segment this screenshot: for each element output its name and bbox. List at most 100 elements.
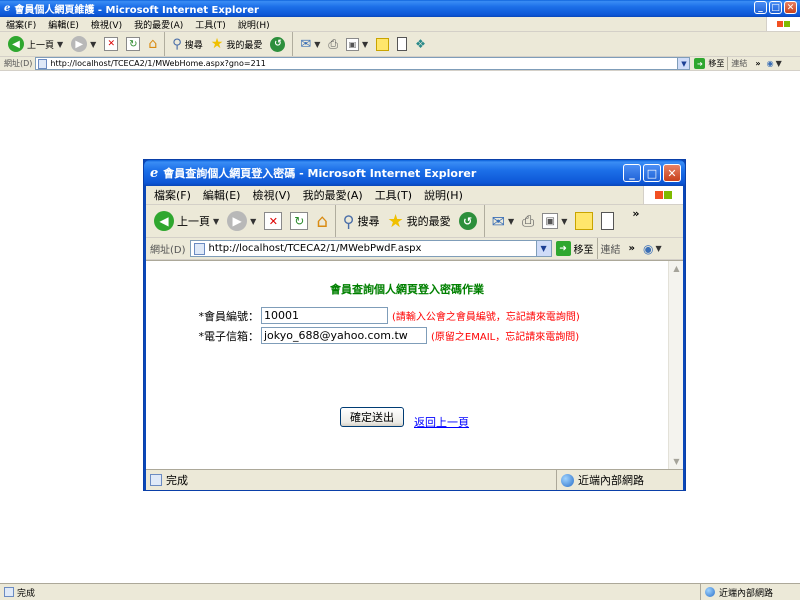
menu-file[interactable]: 檔案(F)	[148, 187, 197, 203]
stop-button[interactable]: ✕	[100, 32, 122, 56]
printer-icon: ⎙	[328, 36, 339, 51]
go-button[interactable]: ➜ 移至	[694, 58, 724, 69]
chevron-down-icon[interactable]: ▼	[362, 40, 368, 49]
toolbar-divider	[596, 238, 598, 259]
status-text: 完成	[17, 588, 36, 599]
scroll-up-icon[interactable]: ▲	[669, 261, 684, 276]
mail-button[interactable]: ✉ ▼	[488, 205, 519, 237]
back-button[interactable]: ◀ 上一頁 ▼	[150, 205, 223, 237]
chevron-down-icon[interactable]: ▼	[677, 58, 690, 69]
go-button[interactable]: ➜ 移至	[555, 241, 594, 256]
chevron-down-icon[interactable]: ▼	[535, 241, 551, 256]
search-label: 搜尋	[184, 40, 203, 51]
menu-file[interactable]: 檔案(F)	[0, 18, 42, 31]
menu-edit[interactable]: 編輯(E)	[197, 187, 247, 203]
toolbar-divider	[483, 205, 485, 237]
go-label: 移至	[573, 245, 594, 256]
minimize-button[interactable]: _	[754, 1, 767, 14]
tools-dropdown-icon[interactable]: ◉	[643, 242, 653, 256]
chevron-right-icon[interactable]: »	[629, 243, 635, 254]
popup-title-bar[interactable]: e 會員查詢個人網頁登入密碼 - Microsoft Internet Expl…	[144, 160, 685, 186]
menu-help[interactable]: 說明(H)	[232, 18, 276, 31]
print-button[interactable]: ⎙	[324, 32, 342, 56]
zone-indicator: 近端內部網路	[556, 470, 683, 490]
search-button[interactable]: ⚲ 搜尋	[168, 32, 207, 56]
maximize-button[interactable]: □	[769, 1, 782, 14]
menu-view[interactable]: 檢視(V)	[246, 187, 296, 203]
edit-button[interactable]: ▣ ▼	[538, 205, 571, 237]
mail-button[interactable]: ✉ ▼	[296, 32, 324, 56]
back-link[interactable]: 返回上一頁	[414, 414, 469, 430]
chevron-right-icon[interactable]: »	[632, 207, 639, 220]
history-button[interactable]: ↺	[455, 205, 481, 237]
favorites-button[interactable]: ★ 我的最愛	[383, 205, 454, 237]
close-button[interactable]: ✕	[663, 164, 681, 182]
minimize-button[interactable]: _	[623, 164, 641, 182]
discuss-button[interactable]	[571, 205, 597, 237]
close-button[interactable]: ✕	[784, 1, 797, 14]
outer-url-input[interactable]: http://localhost/TCECA2/1/MWebHome.aspx?…	[35, 57, 691, 70]
popup-address-bar: 網址(D) http://localhost/TCECA2/1/MWebPwdF…	[146, 238, 683, 260]
printer-icon: ⎙	[522, 212, 535, 230]
research-button[interactable]	[597, 205, 618, 237]
chevron-down-icon[interactable]: ▼	[57, 40, 63, 49]
edit-icon: ▣	[346, 37, 360, 51]
back-button[interactable]: ◀ 上一頁 ▼	[4, 32, 67, 56]
email-input[interactable]: jokyo_688@yahoo.com.tw	[261, 327, 427, 344]
messenger-icon: ❖	[415, 37, 426, 51]
note-icon	[575, 212, 594, 230]
edit-button[interactable]: ▣ ▼	[342, 32, 372, 56]
menu-edit[interactable]: 編輯(E)	[42, 18, 85, 31]
scroll-down-icon[interactable]: ▼	[669, 454, 684, 469]
search-button[interactable]: ⚲ 搜尋	[339, 205, 384, 237]
submit-button[interactable]: 確定送出	[340, 407, 404, 427]
links-label[interactable]: 連結	[601, 241, 621, 256]
chevron-down-icon[interactable]: ▼	[776, 59, 782, 68]
chevron-right-icon[interactable]: »	[755, 59, 760, 68]
favorites-label: 我的最愛	[226, 40, 263, 51]
forward-arrow-icon: ▶	[71, 36, 88, 52]
outer-title-bar[interactable]: e 會員個人網頁維護 - Microsoft Internet Explorer…	[0, 0, 800, 17]
zone-label: 近端內部網路	[578, 474, 644, 487]
ie-logo-icon: e	[4, 3, 11, 14]
menu-favorites[interactable]: 我的最愛(A)	[297, 187, 369, 203]
print-button[interactable]: ⎙	[518, 205, 538, 237]
favorites-label: 我的最愛	[406, 215, 451, 228]
outer-status-bar: 完成 近端內部網路	[0, 583, 800, 600]
home-icon: ⌂	[148, 36, 158, 52]
chevron-down-icon[interactable]: ▼	[213, 217, 219, 226]
chevron-down-icon[interactable]: ▼	[250, 217, 256, 226]
menu-favorites[interactable]: 我的最愛(A)	[128, 18, 189, 31]
vertical-scrollbar[interactable]: ▲ ▼	[668, 261, 683, 469]
menu-tools[interactable]: 工具(T)	[189, 18, 232, 31]
stop-button[interactable]: ✕	[260, 205, 286, 237]
back-arrow-icon: ◀	[8, 36, 24, 52]
maximize-button[interactable]: □	[643, 164, 661, 182]
chevron-down-icon[interactable]: ▼	[314, 40, 320, 49]
messenger-button[interactable]: ❖	[411, 32, 430, 56]
home-button[interactable]: ⌂	[312, 205, 331, 237]
refresh-button[interactable]: ↻	[122, 32, 144, 56]
home-button[interactable]: ⌂	[144, 32, 161, 56]
research-button[interactable]	[393, 32, 411, 56]
member-no-hint: (請輸入公會之會員編號，忘記請來電詢問)	[392, 312, 580, 323]
refresh-button[interactable]: ↻	[286, 205, 312, 237]
menu-tools[interactable]: 工具(T)	[369, 187, 418, 203]
chevron-down-icon[interactable]: ▼	[90, 40, 96, 49]
history-button[interactable]: ↺	[266, 32, 289, 56]
forward-button[interactable]: ▶ ▼	[223, 205, 260, 237]
links-label[interactable]: 連結	[731, 58, 747, 69]
chevron-down-icon[interactable]: ▼	[561, 217, 567, 226]
ie-logo-icon: e	[150, 165, 159, 181]
popup-url-input[interactable]: http://localhost/TCECA2/1/MWebPwdF.aspx …	[189, 240, 552, 257]
member-no-input[interactable]: 10001	[261, 307, 388, 324]
menu-help[interactable]: 說明(H)	[418, 187, 469, 203]
forward-button[interactable]: ▶ ▼	[67, 32, 100, 56]
chevron-down-icon[interactable]: ▼	[508, 217, 514, 226]
discuss-button[interactable]	[372, 32, 393, 56]
favorites-button[interactable]: ★ 我的最愛	[207, 32, 267, 56]
tools-dropdown-icon[interactable]: ◉	[767, 59, 774, 68]
menu-view[interactable]: 檢視(V)	[85, 18, 128, 31]
popup-page-content: 會員查詢個人網頁登入密碼作業 *會員編號： 10001 (請輸入公會之會員編號，…	[146, 260, 683, 469]
chevron-down-icon[interactable]: ▼	[655, 244, 661, 253]
